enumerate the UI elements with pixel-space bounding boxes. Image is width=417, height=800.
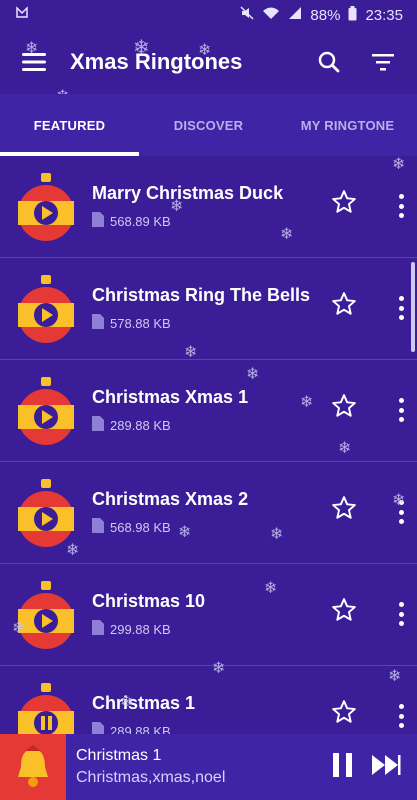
filter-icon[interactable]: [365, 44, 401, 80]
ringtone-size: 289.88 KB: [110, 723, 171, 735]
more-options-icon[interactable]: [397, 194, 405, 218]
status-bar: 88% 23:35: [0, 0, 417, 30]
tab-my-ringtone[interactable]: MY RINGTONE: [278, 94, 417, 156]
ringtone-size: 578.88 KB: [110, 315, 171, 331]
tab-bar: FEATURED DISCOVER MY RINGTONE: [0, 94, 417, 156]
ringtone-list[interactable]: Marry Christmas Duck 568.89 KB Christmas…: [0, 156, 417, 734]
search-icon[interactable]: [311, 44, 347, 80]
ornament-play-icon[interactable]: [16, 375, 76, 447]
favorite-star-icon[interactable]: [331, 393, 357, 424]
notification-icon: [14, 6, 30, 24]
favorite-star-icon[interactable]: [331, 189, 357, 220]
audio-file-icon: [92, 620, 104, 638]
clock: 23:35: [365, 6, 403, 24]
ringtone-size: 568.89 KB: [110, 213, 171, 229]
list-item[interactable]: Marry Christmas Duck 568.89 KB: [0, 156, 417, 258]
ringtone-title: Christmas 10: [92, 591, 206, 611]
tab-featured[interactable]: FEATURED: [0, 94, 139, 156]
ornament-play-icon[interactable]: [16, 171, 76, 243]
ornament-pause-icon[interactable]: [16, 681, 76, 734]
favorite-star-icon[interactable]: [331, 495, 357, 526]
more-options-icon[interactable]: [397, 602, 405, 626]
app-bar: Xmas Ringtones: [0, 30, 417, 94]
battery-percent: 88%: [310, 6, 341, 24]
audio-file-icon: [92, 518, 104, 536]
list-item[interactable]: Christmas 10 299.88 KB: [0, 564, 417, 666]
favorite-star-icon[interactable]: [331, 699, 357, 730]
pause-button[interactable]: [331, 752, 355, 783]
page-title: Xmas Ringtones: [70, 49, 243, 74]
ringtone-size: 289.88 KB: [110, 417, 171, 433]
audio-file-icon: [92, 314, 104, 332]
mute-icon: [240, 6, 254, 24]
menu-icon[interactable]: [16, 44, 52, 80]
list-item[interactable]: Christmas 1 289.88 KB: [0, 666, 417, 734]
list-item[interactable]: Christmas Ring The Bells 578.88 KB: [0, 258, 417, 360]
now-playing-tags: Christmas,xmas,noel: [76, 769, 226, 786]
skip-next-button[interactable]: [371, 753, 401, 782]
ornament-play-icon[interactable]: [16, 579, 76, 651]
bell-icon: [0, 734, 66, 800]
signal-icon: [288, 6, 302, 24]
more-options-icon[interactable]: [397, 398, 405, 422]
ringtone-title: Christmas 1: [92, 693, 196, 713]
scrollbar[interactable]: [411, 262, 415, 352]
ornament-play-icon[interactable]: [16, 477, 76, 549]
battery-icon: [348, 5, 357, 25]
more-options-icon[interactable]: [397, 296, 405, 320]
more-options-icon[interactable]: [397, 500, 405, 524]
ringtone-title: Christmas Xmas 2: [92, 489, 249, 509]
list-item[interactable]: Christmas Xmas 1 289.88 KB: [0, 360, 417, 462]
ringtone-size: 568.98 KB: [110, 519, 171, 535]
audio-file-icon: [92, 416, 104, 434]
ringtone-size: 299.88 KB: [110, 621, 171, 637]
ringtone-title: Marry Christmas Duck: [92, 183, 284, 203]
list-item[interactable]: Christmas Xmas 2 568.98 KB: [0, 462, 417, 564]
wifi-icon: [262, 6, 280, 24]
favorite-star-icon[interactable]: [331, 597, 357, 628]
ornament-play-icon[interactable]: [16, 273, 76, 345]
ringtone-title: Christmas Ring The Bells: [92, 285, 311, 305]
now-playing-title: Christmas 1: [76, 747, 162, 764]
ringtone-title: Christmas Xmas 1: [92, 387, 249, 407]
mini-player[interactable]: Christmas 1 Christmas,xmas,noel: [0, 734, 417, 800]
audio-file-icon: [92, 212, 104, 230]
tab-discover[interactable]: DISCOVER: [139, 94, 278, 156]
more-options-icon[interactable]: [397, 704, 405, 728]
audio-file-icon: [92, 722, 104, 734]
favorite-star-icon[interactable]: [331, 291, 357, 322]
